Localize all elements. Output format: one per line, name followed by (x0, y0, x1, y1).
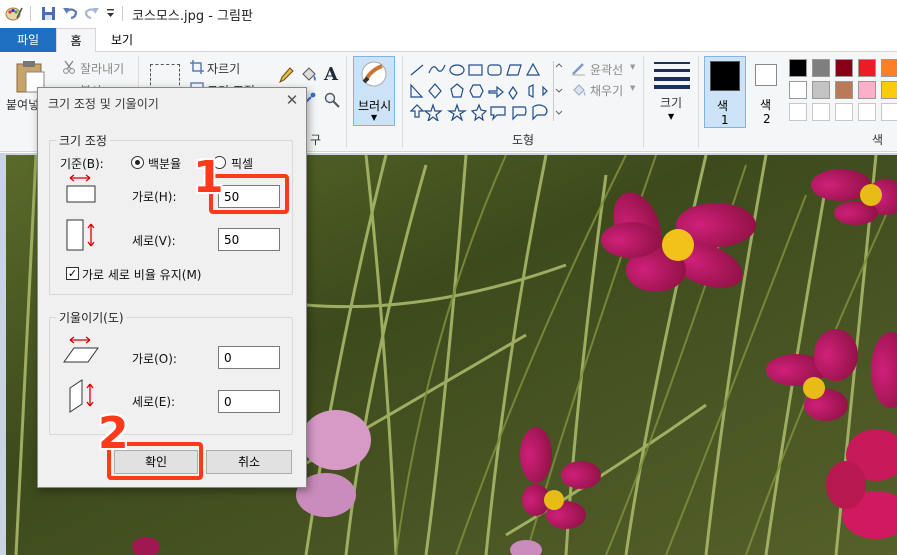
tab-home[interactable]: 홈 (56, 28, 96, 53)
shapes-scrollbar[interactable] (553, 61, 563, 121)
palette-empty[interactable] (858, 103, 876, 121)
text-tool-icon[interactable]: A (324, 64, 338, 85)
close-icon[interactable]: ✕ (283, 91, 301, 109)
palette-swatch[interactable] (789, 81, 807, 99)
color2-number: 2 (763, 112, 771, 126)
palette-swatch[interactable] (835, 59, 853, 77)
title-bar: 코스모스.jpg - 그림판 (0, 0, 897, 28)
save-icon[interactable] (38, 4, 58, 22)
step1-number: 1 (193, 152, 224, 203)
dialog-title: 크기 조정 및 기울이기 (48, 97, 159, 111)
palette-swatch[interactable] (789, 59, 807, 77)
color1-button[interactable]: 색 1 (704, 56, 746, 128)
keep-ratio-label[interactable]: 가로 세로 비율 유지(M) (82, 266, 201, 283)
skew-vertical-label: 세로(E): (132, 395, 176, 409)
percent-radio[interactable] (131, 156, 144, 169)
vertical-skew-icon (66, 378, 100, 417)
palette-swatch[interactable] (835, 81, 853, 99)
line-width-icon[interactable] (654, 61, 690, 92)
colors-group-label: 색 (872, 133, 884, 147)
color2-label: 색 (760, 98, 772, 112)
palette-empty[interactable] (812, 103, 830, 121)
vertical-field[interactable] (218, 228, 280, 251)
paint-app-icon (4, 4, 24, 22)
color1-label: 색 (717, 99, 729, 113)
vertical-label: 세로(V): (132, 234, 176, 248)
crop-button[interactable]: 자르기 (207, 60, 240, 77)
palette-empty[interactable] (835, 103, 853, 121)
undo-icon[interactable] (60, 4, 80, 22)
horizontal-label: 가로(H): (132, 190, 177, 204)
pixel-label[interactable]: 픽셀 (231, 155, 253, 172)
fill-icon[interactable] (300, 66, 318, 87)
palette-empty[interactable] (881, 103, 897, 121)
color1-number: 1 (721, 113, 729, 127)
vertical-resize-icon (64, 218, 98, 255)
magnifier-icon[interactable] (324, 92, 340, 111)
size-dropdown-icon: ▼ (668, 112, 675, 121)
tab-view[interactable]: 보기 (100, 28, 144, 52)
skew-horizontal-field[interactable] (218, 346, 280, 369)
pencil-icon[interactable] (278, 66, 294, 87)
crop-icon (190, 60, 204, 77)
tab-file[interactable]: 파일 (0, 28, 56, 52)
fill-button[interactable]: 채우기 (590, 82, 623, 99)
cancel-button[interactable]: 취소 (206, 450, 292, 474)
tools-group-label: 구 (310, 133, 322, 147)
color2-button[interactable]: 색 2 (752, 56, 782, 128)
palette-swatch[interactable] (881, 59, 897, 77)
resize-skew-dialog: 크기 조정 및 기울이기 ✕ 크기 조정 기준(B): 백분율 픽셀 가로(H)… (37, 87, 307, 488)
palette-swatch[interactable] (858, 81, 876, 99)
fill-bucket-icon (571, 82, 587, 101)
paste-button[interactable]: 붙여넣 (6, 96, 39, 113)
brushes-button[interactable]: 브러시 ▼ (353, 56, 395, 126)
ribbon-tabs: 파일 홈 보기 (0, 28, 897, 53)
scissors-icon (62, 60, 76, 77)
outline-button[interactable]: 윤곽선 (590, 61, 623, 78)
redo-icon[interactable] (82, 4, 102, 22)
palette-swatch[interactable] (881, 81, 897, 99)
basis-label: 기준(B): (60, 157, 104, 171)
shapes-gallery[interactable] (409, 61, 551, 123)
brushes-dropdown-icon: ▼ (371, 113, 378, 122)
skew-vertical-field[interactable] (218, 390, 280, 413)
palette-empty[interactable] (789, 103, 807, 121)
horizontal-resize-icon (64, 174, 98, 207)
shapes-group-label: 도형 (512, 133, 535, 147)
window-title: 코스모스.jpg - 그림판 (132, 9, 253, 24)
cut-button[interactable]: 잘라내기 (80, 60, 124, 77)
size-button[interactable]: 크기 (660, 94, 682, 111)
color2-swatch (755, 64, 777, 86)
color1-swatch (710, 61, 740, 91)
skew-group-title: 기울이기(도) (56, 309, 127, 326)
outline-icon (571, 62, 587, 79)
percent-label[interactable]: 백분율 (148, 155, 181, 172)
outline-dropdown-icon: ▼ (630, 63, 636, 71)
brush-icon (360, 61, 388, 90)
customize-toolbar-icon[interactable] (103, 4, 117, 22)
palette-swatch[interactable] (858, 59, 876, 77)
skew-group (49, 317, 293, 435)
fill-dropdown-icon: ▼ (630, 84, 636, 92)
horizontal-skew-icon (62, 336, 100, 369)
step2-number: 2 (98, 408, 129, 459)
palette-swatch[interactable] (812, 81, 830, 99)
keep-ratio-checkbox[interactable]: ✓ (66, 267, 79, 280)
palette-swatch[interactable] (812, 59, 830, 77)
brushes-label: 브러시 (358, 99, 392, 113)
skew-horizontal-label: 가로(O): (132, 352, 177, 366)
resize-group-title: 크기 조정 (56, 132, 110, 149)
